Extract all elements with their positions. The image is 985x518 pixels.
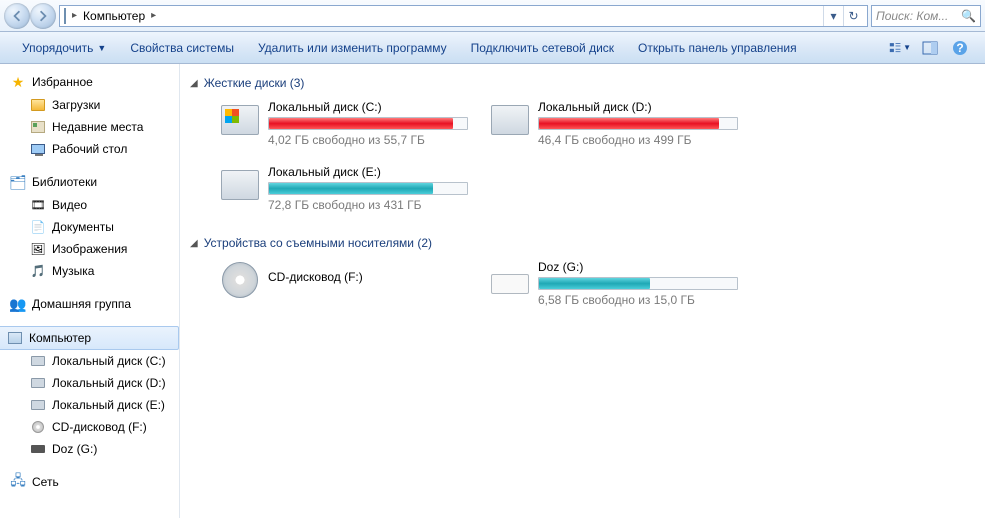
drive-icon — [31, 356, 45, 366]
computer-icon — [64, 8, 66, 24]
refresh-button[interactable]: ↻ — [843, 6, 863, 26]
drive-freespace: 46,4 ГБ свободно из 499 ГБ — [538, 133, 740, 147]
sidebar-item-pictures[interactable]: 🖼Изображения — [30, 238, 179, 260]
pictures-icon: 🖼 — [30, 241, 46, 257]
drive-freespace: 4,02 ГБ свободно из 55,7 ГБ — [268, 133, 470, 147]
drive-c[interactable]: Локальный диск (C:) 4,02 ГБ свободно из … — [220, 100, 470, 147]
address-bar[interactable]: ▸ Компьютер ▸ ▾ ↻ — [59, 5, 868, 27]
drive-label: Doz (G:) — [538, 260, 740, 274]
sidebar-item-drive-d[interactable]: Локальный диск (D:) — [30, 372, 179, 394]
drive-label: Локальный диск (D:) — [538, 100, 740, 114]
network-icon: 🖧 — [10, 474, 26, 490]
computer-icon — [8, 332, 22, 344]
forward-button[interactable] — [30, 3, 56, 29]
space-bar — [538, 117, 738, 130]
group-header-hdd[interactable]: ◢ Жесткие диски (3) — [190, 70, 975, 100]
sidebar-item-downloads[interactable]: Загрузки — [30, 94, 179, 116]
video-icon: 🎞 — [30, 197, 46, 213]
desktop-icon — [31, 144, 45, 154]
sidebar-item-drive-f[interactable]: CD-дисковод (F:) — [30, 416, 179, 438]
drive-g[interactable]: Doz (G:) 6,58 ГБ свободно из 15,0 ГБ — [490, 260, 740, 307]
open-control-panel-button[interactable]: Открыть панель управления — [626, 32, 809, 63]
organize-menu[interactable]: Упорядочить▼ — [10, 32, 118, 63]
explorer-body: ★ Избранное Загрузки Недавние места Рабо… — [0, 64, 985, 518]
preview-pane-button[interactable] — [919, 37, 941, 59]
search-placeholder: Поиск: Ком... — [876, 9, 948, 23]
drive-icon — [31, 400, 45, 410]
drive-label: CD-дисковод (F:) — [268, 270, 470, 284]
navigation-pane: ★ Избранное Загрузки Недавние места Рабо… — [0, 64, 180, 518]
chevron-right-icon[interactable]: ▸ — [149, 10, 158, 21]
homegroup-group[interactable]: 👥 Домашняя группа — [0, 292, 179, 316]
sidebar-item-video[interactable]: 🎞Видео — [30, 194, 179, 216]
drive-freespace: 6,58 ГБ свободно из 15,0 ГБ — [538, 293, 740, 307]
group-header-removable[interactable]: ◢ Устройства со съемными носителями (2) — [190, 230, 975, 260]
sidebar-item-desktop[interactable]: Рабочий стол — [30, 138, 179, 160]
drive-e[interactable]: Локальный диск (E:) 72,8 ГБ свободно из … — [220, 165, 470, 212]
uninstall-program-button[interactable]: Удалить или изменить программу — [246, 32, 459, 63]
command-toolbar: Упорядочить▼ Свойства системы Удалить ил… — [0, 32, 985, 64]
space-bar — [538, 277, 738, 290]
drive-icon — [31, 378, 45, 388]
drive-label: Локальный диск (C:) — [268, 100, 470, 114]
sidebar-item-music[interactable]: 🎵Музыка — [30, 260, 179, 282]
documents-icon: 📄 — [30, 219, 46, 235]
help-button[interactable]: ? — [949, 37, 971, 59]
cd-drive-icon — [222, 262, 258, 298]
search-input[interactable]: Поиск: Ком... 🔍 — [871, 5, 981, 27]
sidebar-item-drive-e[interactable]: Локальный диск (E:) — [30, 394, 179, 416]
libraries-group[interactable]: 🗂 Библиотеки — [0, 170, 179, 194]
drive-f[interactable]: CD-дисковод (F:) — [220, 260, 470, 307]
svg-text:?: ? — [956, 41, 963, 55]
breadcrumb-item[interactable]: Компьютер — [83, 9, 145, 23]
content-pane: ◢ Жесткие диски (3) Локальный диск (C:) … — [180, 64, 985, 518]
cd-icon — [32, 421, 44, 433]
system-properties-button[interactable]: Свойства системы — [118, 32, 246, 63]
view-options-button[interactable]: ▼ — [889, 37, 911, 59]
drive-label: Локальный диск (E:) — [268, 165, 470, 179]
drive-freespace: 72,8 ГБ свободно из 431 ГБ — [268, 198, 470, 212]
homegroup-icon: 👥 — [10, 296, 26, 312]
collapse-icon: ◢ — [190, 78, 198, 89]
back-button[interactable] — [4, 3, 30, 29]
space-bar — [268, 182, 468, 195]
sidebar-item-drive-c[interactable]: Локальный диск (C:) — [30, 350, 179, 372]
sidebar-item-recent[interactable]: Недавние места — [30, 116, 179, 138]
libraries-icon: 🗂 — [10, 174, 26, 190]
folder-icon — [31, 99, 45, 111]
recent-icon — [31, 121, 45, 133]
network-group[interactable]: 🖧 Сеть — [0, 470, 179, 494]
address-bar-row: ▸ Компьютер ▸ ▾ ↻ Поиск: Ком... 🔍 — [0, 0, 985, 32]
nav-buttons — [4, 3, 56, 29]
sidebar-item-drive-g[interactable]: Doz (G:) — [30, 438, 179, 460]
space-bar — [268, 117, 468, 130]
usb-drive-icon — [491, 274, 529, 294]
hdd-icon — [221, 170, 259, 200]
music-icon: 🎵 — [30, 263, 46, 279]
favorites-group[interactable]: ★ Избранное — [0, 70, 179, 94]
computer-group[interactable]: Компьютер — [0, 326, 179, 350]
hdd-icon — [491, 105, 529, 135]
search-icon: 🔍 — [961, 9, 976, 23]
map-network-drive-button[interactable]: Подключить сетевой диск — [459, 32, 626, 63]
hdd-icon — [221, 105, 259, 135]
sidebar-item-documents[interactable]: 📄Документы — [30, 216, 179, 238]
history-dropdown[interactable]: ▾ — [823, 6, 843, 26]
chevron-right-icon[interactable]: ▸ — [70, 10, 79, 21]
usb-icon — [31, 445, 45, 453]
drive-d[interactable]: Локальный диск (D:) 46,4 ГБ свободно из … — [490, 100, 740, 147]
collapse-icon: ◢ — [190, 238, 198, 249]
star-icon: ★ — [10, 74, 26, 90]
